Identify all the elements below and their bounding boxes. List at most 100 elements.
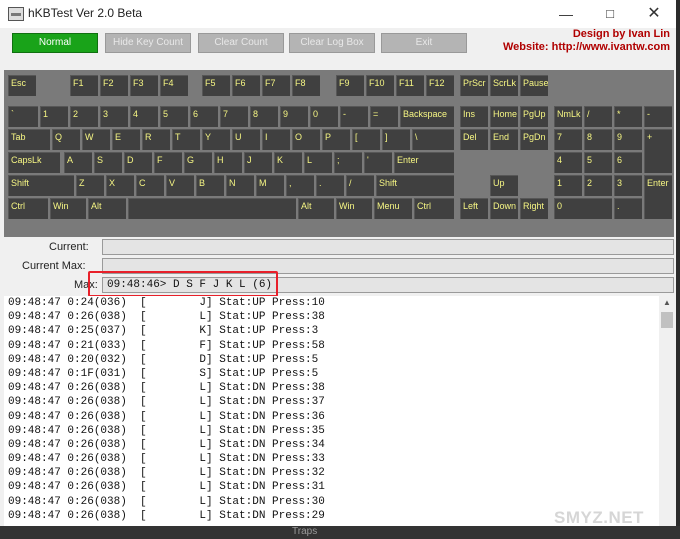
clear-log-box-button[interactable]: Clear Log Box (289, 33, 375, 53)
key-x: X (106, 175, 134, 196)
key-lctrl: Ctrl (8, 198, 48, 219)
key-a: A (64, 152, 92, 173)
window-title: hKBTest Ver 2.0 Beta (28, 6, 143, 20)
key-ralt: Alt (298, 198, 334, 219)
key-f9: F9 (336, 75, 364, 96)
key-left: Left (460, 198, 488, 219)
log-line: 09:48:47 0:26(038) [ L] Stat:DN Press:35 (8, 424, 325, 437)
key-npenter: Enter (644, 175, 672, 219)
key-f4: F4 (160, 75, 188, 96)
current-max-label: Current Max: (22, 260, 86, 272)
key-np7: 7 (554, 129, 582, 150)
key-b: B (196, 175, 224, 196)
key-rwin: Win (336, 198, 372, 219)
hide-key-count-button[interactable]: Hide Key Count (105, 33, 191, 53)
key-w: W (82, 129, 110, 150)
key-f10: F10 (366, 75, 394, 96)
log-line: 09:48:47 0:1F(031) [ S] Stat:UP Press:5 (8, 367, 319, 380)
key-i: I (262, 129, 290, 150)
log-line: 09:48:47 0:26(038) [ L] Stat:DN Press:36 (8, 410, 325, 423)
key-minus: - (340, 106, 368, 127)
key-4: 4 (130, 106, 158, 127)
watermark: SMYZ.NET (554, 508, 644, 527)
key-v: V (166, 175, 194, 196)
key-f7: F7 (262, 75, 290, 96)
key-esc: Esc (8, 75, 36, 96)
log-line: 09:48:47 0:26(038) [ L] Stat:UP Press:38 (8, 311, 325, 324)
key-k: K (274, 152, 302, 173)
key-q: Q (52, 129, 80, 150)
key-f1: F1 (70, 75, 98, 96)
key-np0: 0 (554, 198, 612, 219)
highlight-annotation (88, 271, 278, 297)
key-quote: ' (364, 152, 392, 173)
key-numlk: NmLk (554, 106, 582, 127)
key-7: 7 (220, 106, 248, 127)
key-np2: 2 (584, 175, 612, 196)
key-menu: Menu (374, 198, 412, 219)
key-end: End (490, 129, 518, 150)
log-line: 09:48:47 0:24(036) [ J] Stat:UP Press:10 (8, 297, 325, 309)
key-m: M (256, 175, 284, 196)
key-h: H (214, 152, 242, 173)
taskbar-item[interactable]: Traps (292, 526, 317, 537)
key-z: Z (76, 175, 104, 196)
log-line: 09:48:47 0:26(038) [ L] Stat:DN Press:38 (8, 382, 325, 395)
scroll-thumb[interactable] (661, 312, 673, 328)
log-box[interactable]: 09:48:47 0:24(036) [ J] Stat:UP Press:10… (4, 296, 659, 526)
key-1: 1 (40, 106, 68, 127)
key-scrlk: ScrLk (490, 75, 518, 96)
key-backspace: Backspace (400, 106, 454, 127)
key-enter: Enter (394, 152, 454, 173)
scroll-up-icon[interactable]: ▲ (663, 298, 671, 307)
key-t: T (172, 129, 200, 150)
key-lwin: Win (50, 198, 86, 219)
key-pgdn: PgDn (520, 129, 548, 150)
close-button[interactable]: ✕ (632, 0, 676, 28)
toolbar: Normal Hide Key Count Clear Count Clear … (0, 28, 676, 56)
log-scrollbar[interactable]: ▲ (659, 296, 676, 526)
maximize-button[interactable]: □ (588, 0, 632, 28)
log-line: 09:48:47 0:26(038) [ L] Stat:DN Press:37 (8, 396, 325, 409)
key-pause: Pause (520, 75, 548, 96)
key-p: P (322, 129, 350, 150)
title-bar: hKBTest Ver 2.0 Beta — □ ✕ (0, 0, 676, 28)
key-npadd: + (644, 129, 672, 173)
key-8: 8 (250, 106, 278, 127)
key-pgup: PgUp (520, 106, 548, 127)
key-dot: . (316, 175, 344, 196)
key-2: 2 (70, 106, 98, 127)
key-comma: , (286, 175, 314, 196)
key-np9: 9 (614, 129, 642, 150)
clear-count-button[interactable]: Clear Count (198, 33, 284, 53)
key-f2: F2 (100, 75, 128, 96)
key-npdiv: / (584, 106, 612, 127)
key-np4: 4 (554, 152, 582, 173)
normal-button[interactable]: Normal (12, 33, 98, 53)
log-line: 09:48:47 0:26(038) [ L] Stat:DN Press:33 (8, 453, 325, 466)
key-y: Y (202, 129, 230, 150)
log-line: 09:48:47 0:21(033) [ F] Stat:UP Press:58 (8, 339, 325, 352)
key-equal: = (370, 106, 398, 127)
key-space (128, 198, 296, 219)
minimize-button[interactable]: — (544, 0, 588, 28)
key-lshift: Shift (8, 175, 74, 196)
key-lalt: Alt (88, 198, 126, 219)
key-f8: F8 (292, 75, 320, 96)
exit-button[interactable]: Exit (381, 33, 467, 53)
key-np3: 3 (614, 175, 642, 196)
key-capslk: CapsLk (8, 152, 60, 173)
key-ins: Ins (460, 106, 488, 127)
current-label: Current: (49, 241, 89, 253)
key-s: S (94, 152, 122, 173)
key-3: 3 (100, 106, 128, 127)
key-r: R (142, 129, 170, 150)
key-c: C (136, 175, 164, 196)
key-semi: ; (334, 152, 362, 173)
key-f6: F6 (232, 75, 260, 96)
key-9: 9 (280, 106, 308, 127)
key-f: F (154, 152, 182, 173)
key-f11: F11 (396, 75, 424, 96)
key-np1: 1 (554, 175, 582, 196)
key-np8: 8 (584, 129, 612, 150)
